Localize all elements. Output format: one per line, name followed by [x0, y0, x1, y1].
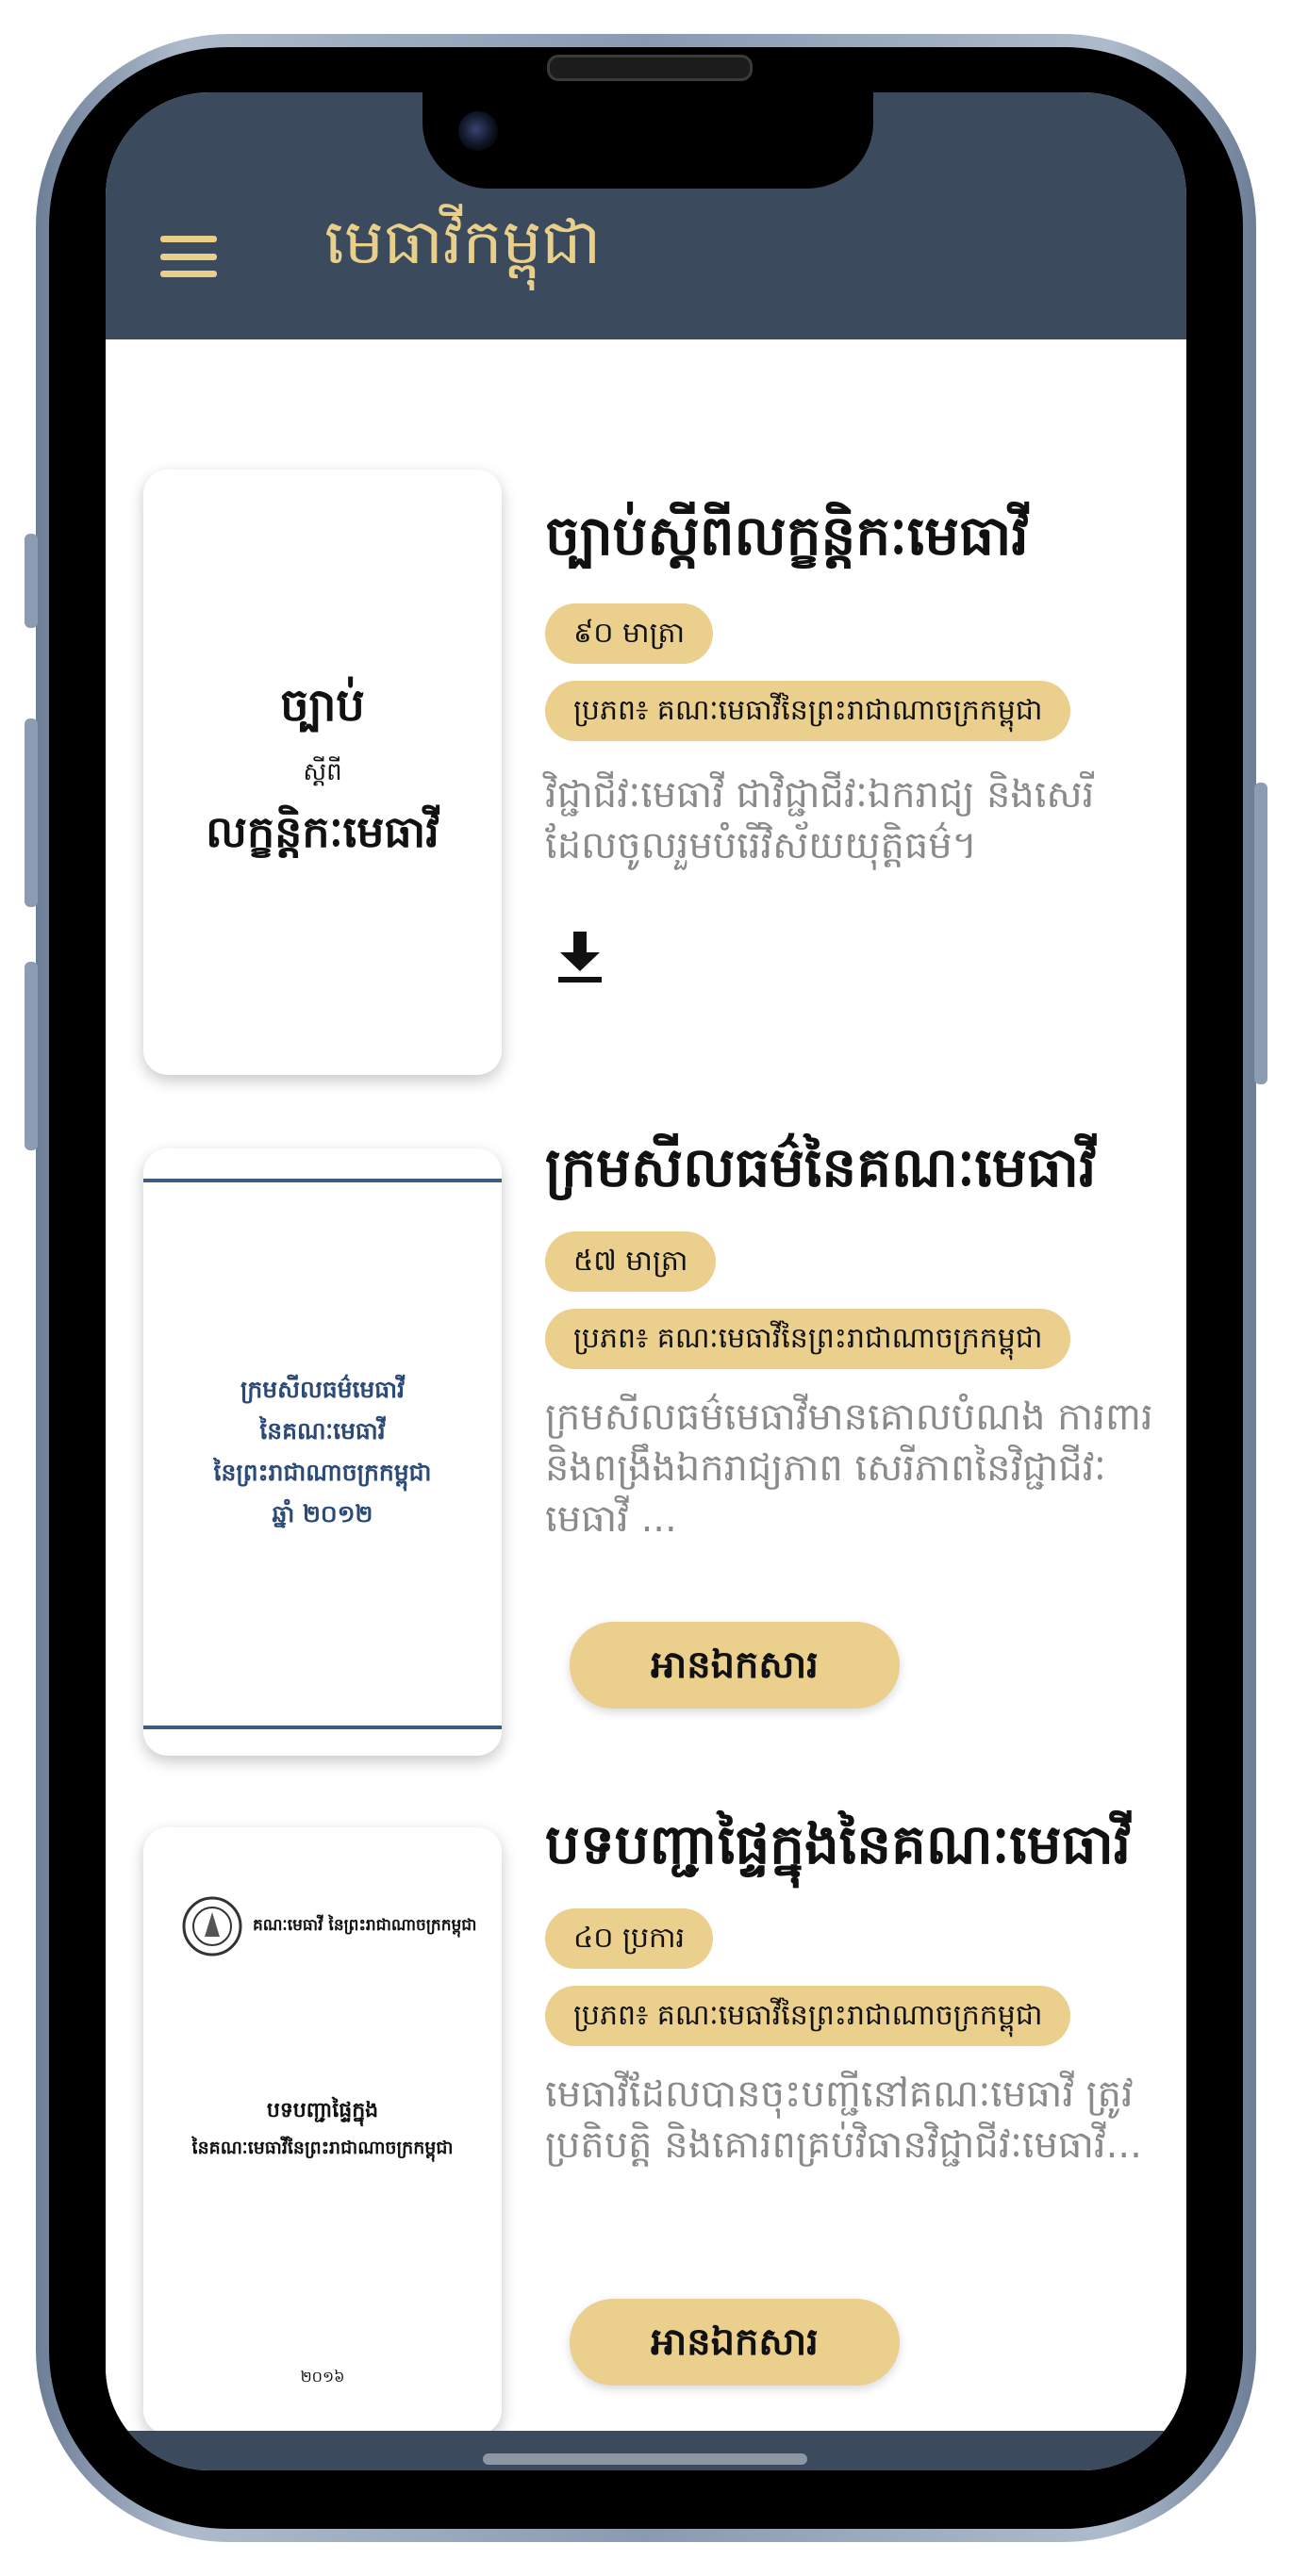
bar-association-seal-icon: [182, 1896, 242, 1957]
document-description: ក្រមសីលធម៌មេធាវីមានគោលបំណង ការពារនិងពង្រ…: [545, 1395, 1153, 1541]
source-badge: ប្រភព៖ គណៈមេធាវីនៃព្រះរាជាណាចក្រកម្ពុជា: [545, 1986, 1071, 2046]
document-title[interactable]: ច្បាប់ស្តីពីលក្ខន្តិកៈមេធាវី: [545, 502, 1029, 582]
cover-header: គណៈមេធាវី នៃព្រះរាជាណាចក្រកម្ពុជា: [253, 1915, 477, 1935]
app-title: មេធាវីកម្ពុជា: [324, 206, 602, 278]
read-document-button[interactable]: អានឯកសារ: [570, 2299, 900, 2386]
read-document-button[interactable]: អានឯកសារ: [570, 1622, 900, 1709]
cover-title-line4: ឆ្នាំ ២០១២: [272, 1500, 373, 1527]
front-camera-icon: [458, 111, 498, 151]
volume-up-button: [25, 718, 38, 907]
cover-title-line1: បទបញ្ជាផ្ទៃក្នុង: [266, 2099, 379, 2122]
document-title[interactable]: ក្រមសីលធម៌នៃគណៈមេធាវី: [545, 1133, 1096, 1214]
cover-title-line3: លក្ខន្តិកៈមេធាវី: [206, 805, 439, 857]
document-title[interactable]: បទបញ្ជាផ្ទៃក្នុងនៃគណៈមេធាវី: [545, 1810, 1131, 1891]
article-count-badge: ៩០ មាត្រា: [545, 603, 714, 664]
speaker-grille: [547, 55, 753, 81]
cover-title-line1: ក្រមសីលធម៌មេធាវី: [240, 1376, 406, 1403]
app-screen: មេធាវីកម្ពុជា ច្បាប់ ស្ដីពី លក្ខន្តិកៈមេ…: [106, 92, 1186, 2470]
cover-title-line2: នៃគណៈមេធាវី: [259, 1417, 386, 1445]
cover-title-line1: ច្បាប់: [280, 678, 365, 732]
document-description: វិជ្ជាជីវៈមេធាវី ជាវិជ្ជាជីវៈឯករាជ្យ និង…: [545, 773, 1095, 867]
cover-title-line2: នៃគណៈមេធាវីនៃព្រះរាជាណាចក្រកម្ពុជា: [191, 2138, 454, 2158]
source-badge: ប្រភព៖ គណៈមេធាវីនៃព្រះរាជាណាចក្រកម្ពុជា: [545, 681, 1071, 741]
home-indicator[interactable]: [483, 2453, 807, 2465]
document-list: ច្បាប់ ស្ដីពី លក្ខន្តិកៈមេធាវី ច្បាប់ស្ត…: [106, 339, 1186, 2435]
document-cover-ethics[interactable]: ក្រមសីលធម៌មេធាវី នៃគណៈមេធាវី នៃព្រះរាជាណ…: [143, 1148, 502, 1756]
download-icon[interactable]: [556, 932, 604, 984]
cover-title-line2: ស្ដីពី: [303, 757, 342, 786]
cover-year: ២០១៦: [300, 2368, 345, 2386]
power-button: [1254, 783, 1267, 1084]
document-cover-law[interactable]: ច្បាប់ ស្ដីពី លក្ខន្តិកៈមេធាវី: [143, 470, 502, 1075]
article-count-badge: ៥៧ មាត្រា: [545, 1231, 717, 1292]
document-cover-regulation[interactable]: គណៈមេធាវី នៃព្រះរាជាណាចក្រកម្ពុជា បទបញ្ជ…: [143, 1827, 502, 2435]
article-count-badge: ៤០ ប្រការ: [545, 1908, 714, 1969]
volume-down-button: [25, 962, 38, 1150]
silent-switch: [25, 534, 38, 628]
document-description: មេធាវីដែលបានចុះបញ្ជីនៅគណៈមេធាវី ត្រូវប្រ…: [545, 2072, 1142, 2167]
menu-icon[interactable]: [160, 236, 217, 277]
cover-title-line3: នៃព្រះរាជាណាចក្រកម្ពុជា: [213, 1459, 432, 1486]
source-badge: ប្រភព៖ គណៈមេធាវីនៃព្រះរាជាណាចក្រកម្ពុជា: [545, 1309, 1071, 1369]
